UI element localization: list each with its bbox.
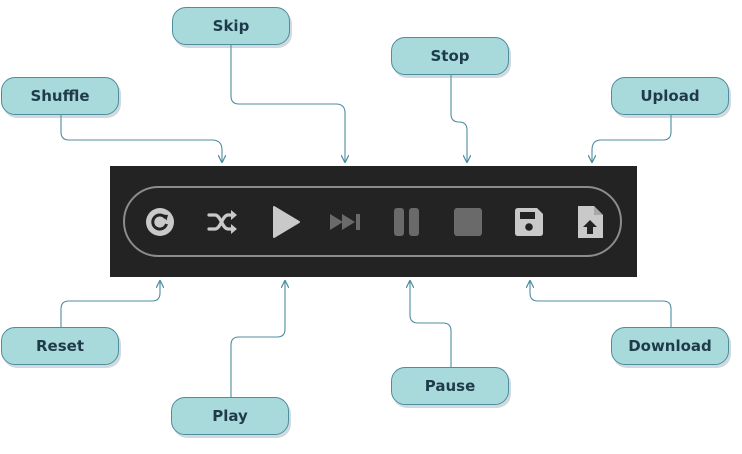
- callout-skip: Skip: [172, 7, 290, 45]
- callout-stop: Stop: [391, 37, 509, 75]
- skip-icon: [330, 214, 360, 230]
- callout-reset: Reset: [1, 327, 119, 365]
- stop-icon: [454, 208, 482, 236]
- shuffle-icon: [207, 210, 237, 234]
- connector-pause: [410, 281, 452, 368]
- shuffle-button[interactable]: [202, 202, 242, 242]
- pause-button[interactable]: [387, 202, 427, 242]
- file-upload-icon: [578, 206, 603, 238]
- skip-button[interactable]: [326, 202, 366, 242]
- callout-download: Download: [611, 327, 729, 365]
- media-toolbar: [110, 166, 637, 277]
- connector-download: [530, 281, 672, 328]
- connector-skip: [230, 45, 345, 162]
- download-button[interactable]: [509, 202, 549, 242]
- play-button[interactable]: [265, 202, 305, 242]
- connector-stop: [450, 75, 467, 162]
- callout-pause: Pause: [391, 367, 509, 405]
- reset-icon: [146, 208, 174, 236]
- pause-icon: [394, 208, 419, 236]
- stop-button[interactable]: [448, 202, 488, 242]
- save-icon: [515, 208, 543, 236]
- reset-button[interactable]: [140, 202, 180, 242]
- connector-shuffle: [60, 115, 222, 162]
- callout-shuffle: Shuffle: [1, 77, 119, 115]
- callout-play: Play: [171, 397, 289, 435]
- connector-play: [230, 281, 285, 398]
- connector-reset: [60, 281, 160, 328]
- upload-button[interactable]: [570, 202, 610, 242]
- callout-upload: Upload: [611, 77, 729, 115]
- play-icon: [273, 206, 300, 238]
- connector-upload: [592, 115, 672, 162]
